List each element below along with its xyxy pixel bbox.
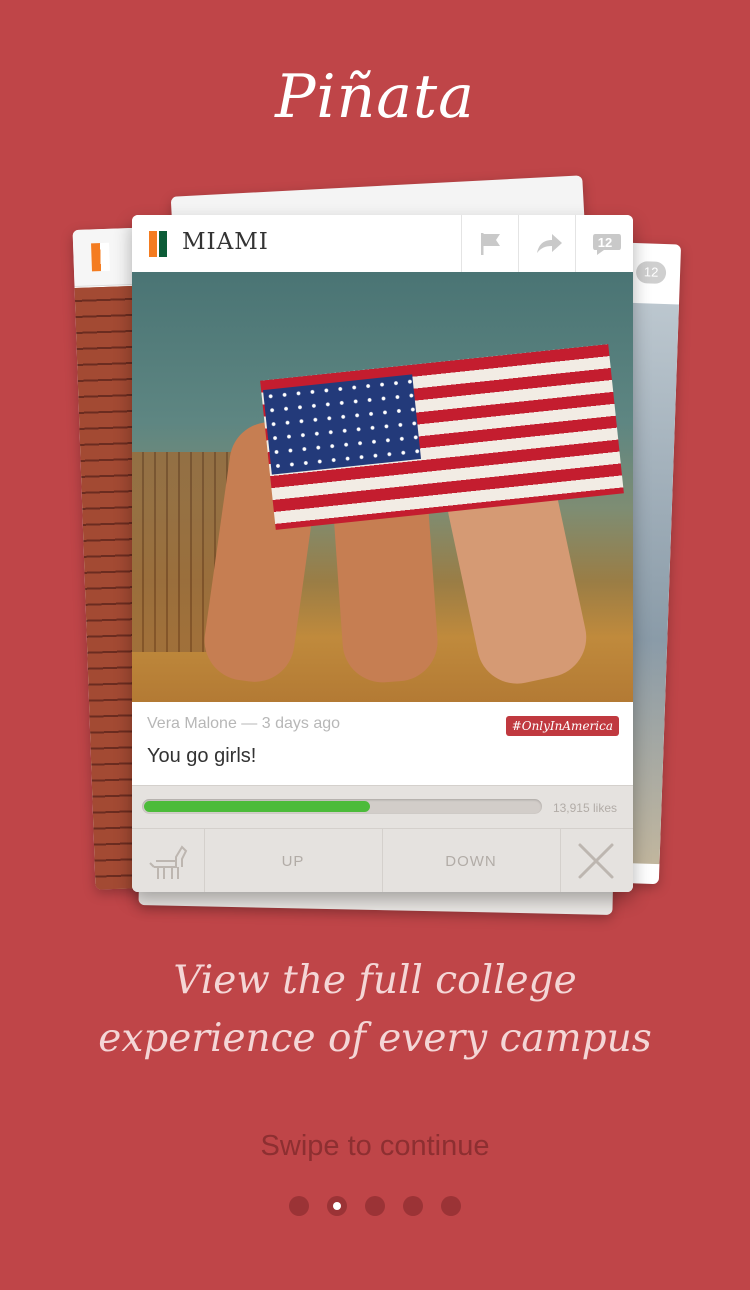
school-flag-icon	[91, 242, 110, 272]
american-flag-stars	[262, 374, 422, 475]
tagline-line-2: experience of every campus	[98, 1016, 652, 1061]
page-dot[interactable]	[403, 1196, 423, 1216]
donkey-pinata-icon	[149, 845, 188, 879]
downvote-button[interactable]: DOWN	[382, 829, 561, 892]
share-button[interactable]	[518, 215, 575, 272]
hashtag-badge[interactable]: #OnlyInAmerica	[505, 716, 619, 736]
app-logo: Piñata	[275, 62, 475, 132]
like-progress-bar	[142, 799, 542, 814]
vote-actions: UP DOWN	[132, 828, 633, 892]
upvote-button[interactable]: UP	[204, 829, 383, 892]
page-dot[interactable]	[365, 1196, 385, 1216]
school-name: MIAMI	[182, 229, 269, 255]
crossed-bats-icon	[578, 843, 614, 879]
report-button[interactable]	[461, 215, 518, 272]
card-header: MIAMI 12	[132, 215, 633, 273]
post-author-time[interactable]: Vera Malone — 3 days ago	[147, 715, 340, 733]
pagination-dots[interactable]	[0, 1196, 750, 1221]
onboarding-tagline: View the full college experience of ever…	[0, 952, 750, 1068]
post-caption: You go girls!	[147, 745, 257, 767]
likes-count: 13,915 likes	[552, 801, 617, 815]
card-footer: 13,915 likes UP DOWN	[132, 785, 633, 892]
page-dot[interactable]	[327, 1196, 347, 1216]
school-flag-icon	[149, 231, 175, 257]
like-progress-fill	[144, 801, 370, 812]
page-dot[interactable]	[441, 1196, 461, 1216]
share-icon	[537, 234, 562, 253]
flag-icon	[481, 233, 500, 255]
post-card[interactable]: MIAMI 12 Vera Malone — 3 days ago #OnlyI…	[132, 215, 633, 892]
pinata-button[interactable]	[132, 829, 205, 892]
tagline-line-1: View the full college	[173, 958, 577, 1003]
swipe-hint: Swipe to continue	[260, 1130, 490, 1162]
page-dot[interactable]	[289, 1196, 309, 1216]
bat-button[interactable]	[560, 829, 633, 892]
comment-count-badge: 12	[635, 261, 667, 285]
post-photo[interactable]	[132, 272, 633, 702]
comment-count: 12	[597, 235, 613, 250]
